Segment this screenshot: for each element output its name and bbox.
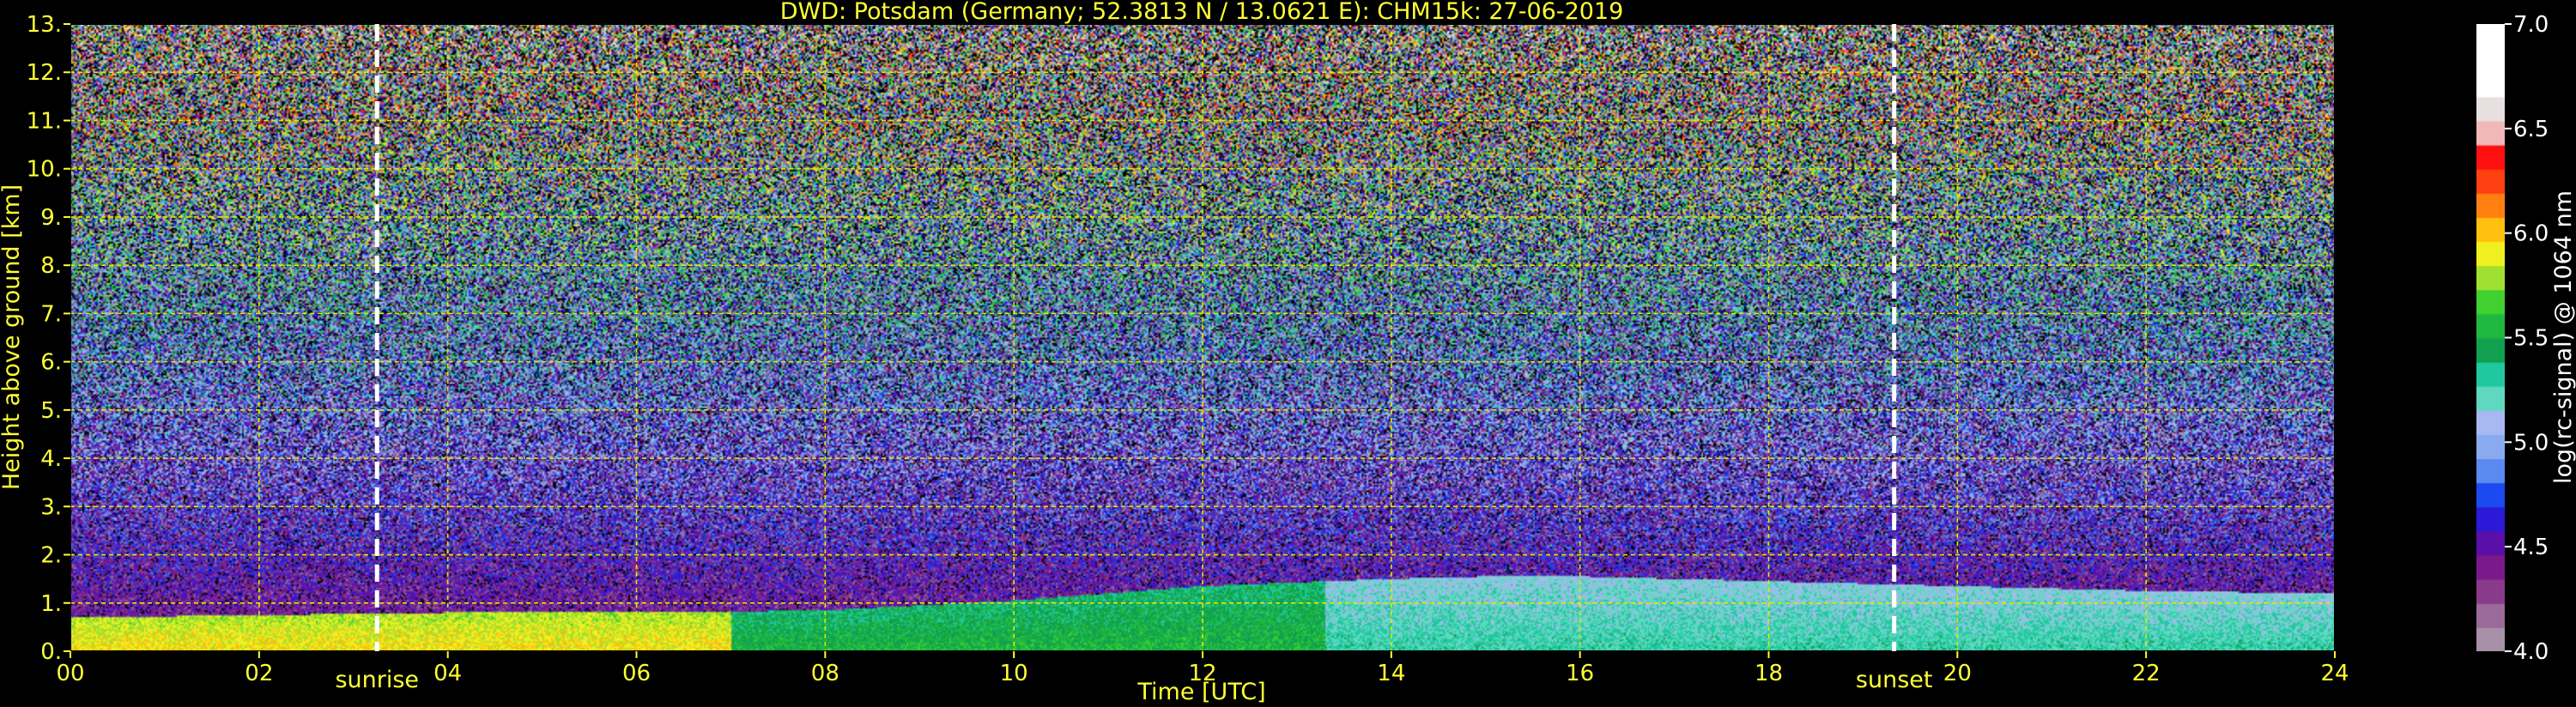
colorbar-tick-label: 4.0: [2513, 639, 2549, 665]
y-tick-label: 1.: [40, 591, 62, 617]
grid-lines: [70, 24, 2335, 651]
y-tick-label: 2.: [40, 543, 62, 569]
x-tick-label: 02: [245, 661, 273, 686]
x-tick-label: 14: [1377, 661, 1405, 686]
x-tick-label: 10: [1000, 661, 1028, 686]
marker-label-sunset: sunset: [1856, 667, 1933, 693]
y-tick-label: 4.: [40, 446, 62, 472]
colorbar-tick-label: 4.5: [2513, 535, 2549, 560]
colorbar-label: log(rc-signal) @ 1064 nm: [2550, 190, 2576, 484]
y-axis-label: Height above ground [km]: [0, 184, 25, 490]
x-tick-label: 24: [2320, 661, 2349, 686]
y-tick-label: 3.: [40, 494, 62, 520]
y-tick-label: 13.: [27, 12, 62, 38]
y-tick-label: 7.: [40, 301, 62, 327]
chart-overlay: sunrise sunset 0.1.2.3.4.5.6.7.8.9.10.11.…: [0, 0, 2576, 705]
colorbar-tick-label: 5.0: [2513, 430, 2549, 456]
x-axis-label: Time [UTC]: [1136, 679, 1265, 705]
x-tick-label: 20: [1943, 661, 1972, 686]
y-tick-label: 11.: [27, 108, 62, 134]
x-tick-label: 00: [56, 661, 84, 686]
marker-label-sunrise: sunrise: [335, 667, 419, 693]
y-tick-label: 8.: [40, 253, 62, 279]
x-tick-label: 06: [622, 661, 651, 686]
x-tick-label: 04: [433, 661, 462, 686]
y-tick-label: 5.: [40, 398, 62, 424]
y-tick-label: 10.: [27, 157, 62, 183]
y-tick-label: 6.: [40, 350, 62, 376]
colorbar-tick-label: 5.5: [2513, 326, 2549, 352]
y-axis-ticks: 0.1.2.3.4.5.6.7.8.9.10.11.12.13.: [27, 12, 70, 665]
x-tick-label: 08: [811, 661, 839, 686]
y-tick-label: 12.: [27, 60, 62, 86]
x-tick-label: 18: [1755, 661, 1783, 686]
colorbar-tick-label: 7.0: [2513, 12, 2549, 38]
colorbar-ticks: 4.0 4.5 5.0 5.5 6.0 6.5 7.0: [2505, 12, 2549, 665]
chart-title: DWD: Potsdam (Germany; 52.3813 N / 13.06…: [780, 0, 1624, 25]
sun-markers: sunrise sunset: [335, 24, 1932, 693]
x-tick-label: 22: [2132, 661, 2161, 686]
ceilometer-figure: sunrise sunset 0. 1. 2. 3. 4. 5. 6. 7. 8. 9. 10. 11.…: [0, 0, 2576, 707]
colorbar-tick-label: 6.0: [2513, 221, 2549, 247]
x-tick-label: 16: [1566, 661, 1594, 686]
colorbar-tick-label: 6.5: [2513, 117, 2549, 142]
y-tick-label: 9.: [40, 205, 62, 231]
